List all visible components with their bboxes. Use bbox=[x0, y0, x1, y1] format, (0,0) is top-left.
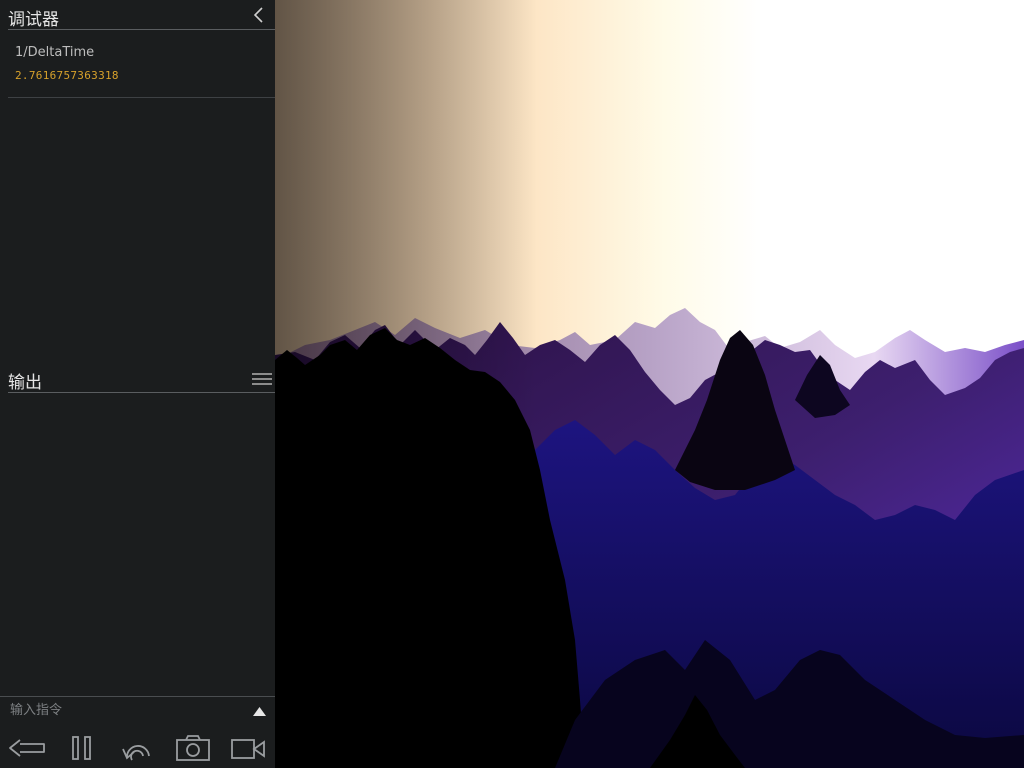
watch-value: 2.7616757363318 bbox=[15, 69, 119, 82]
output-title: 输出 bbox=[8, 373, 42, 393]
output-header: 输出 bbox=[8, 363, 275, 393]
command-input[interactable] bbox=[8, 700, 247, 720]
debugger-sidebar: 调试器 1/DeltaTime 2.7616757363318 输出 bbox=[0, 0, 275, 768]
watch-item[interactable]: 1/DeltaTime 2.7616757363318 bbox=[8, 30, 275, 98]
pause-icon bbox=[72, 736, 91, 760]
record-button[interactable] bbox=[230, 734, 266, 762]
watch-name: 1/DeltaTime bbox=[15, 45, 95, 60]
hamburger-menu-icon bbox=[252, 373, 272, 385]
triangle-up-icon bbox=[253, 707, 266, 716]
command-bar bbox=[0, 696, 275, 725]
output-menu-button[interactable] bbox=[251, 371, 273, 387]
screenshot-button[interactable] bbox=[175, 734, 211, 762]
command-history-button[interactable] bbox=[253, 707, 266, 716]
restart-icon bbox=[122, 745, 150, 761]
left-shadow bbox=[275, 0, 1024, 768]
debugger-header: 调试器 bbox=[8, 0, 275, 30]
debugger-title: 调试器 bbox=[8, 10, 59, 30]
camera-icon bbox=[176, 735, 210, 761]
chevron-left-icon bbox=[253, 7, 263, 23]
toolbar bbox=[0, 726, 275, 768]
arrow-left-icon bbox=[9, 739, 45, 757]
collapse-button[interactable] bbox=[249, 4, 269, 26]
game-viewport[interactable] bbox=[275, 0, 1024, 768]
back-button[interactable] bbox=[8, 734, 46, 762]
output-log bbox=[8, 394, 275, 694]
pause-button[interactable] bbox=[70, 734, 94, 762]
video-camera-icon bbox=[231, 739, 265, 759]
restart-button[interactable] bbox=[119, 734, 155, 762]
